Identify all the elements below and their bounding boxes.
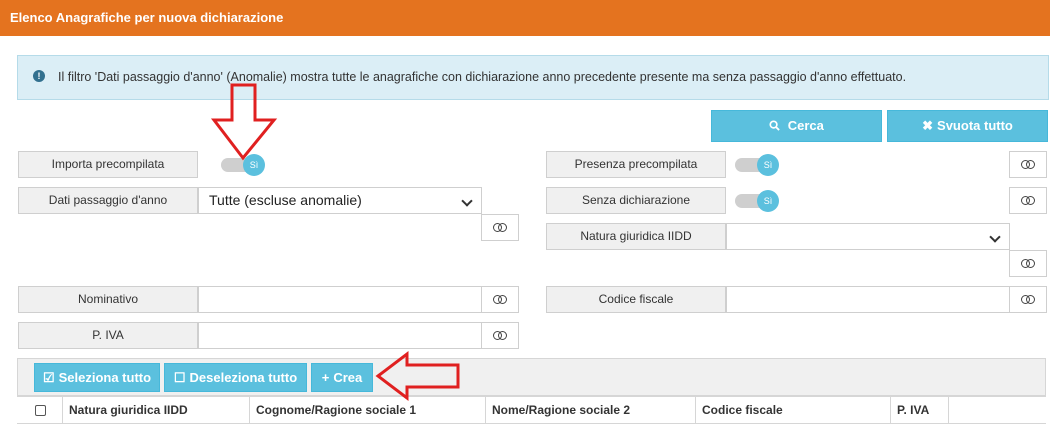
dati-passaggio-select[interactable]: Tutte (escluse anomalie) (198, 187, 482, 214)
checkbox-empty-icon: ☐ (173, 370, 186, 385)
column-header[interactable]: Codice fiscale (695, 397, 891, 424)
chevron-down-icon (461, 195, 473, 207)
crea-button[interactable]: + Crea (311, 363, 373, 392)
nominativo-label: Nominativo (18, 286, 198, 313)
deseleziona-tutto-button[interactable]: ☐ Deseleziona tutto (164, 363, 307, 392)
seleziona-tutto-button[interactable]: ☑ Seleziona tutto (34, 363, 160, 392)
link-toggle-icon (493, 295, 507, 304)
svuota-tutto-button[interactable]: ✖ Svuota tutto (887, 110, 1048, 142)
nominativo-link-button[interactable] (481, 286, 519, 313)
presenza-precompilata-toggle[interactable]: Sì (735, 154, 779, 176)
presenza-precompilata-label: Presenza precompilata (546, 151, 726, 178)
chevron-down-icon (989, 231, 1001, 243)
link-toggle-icon (493, 331, 507, 340)
annotation-arrow-down-icon (210, 83, 278, 161)
link-toggle-icon (493, 223, 507, 232)
senza-dichiarazione-toggle[interactable]: Sì (735, 190, 779, 212)
checkbox-checked-icon: ☑ (42, 370, 55, 385)
senza-dichiarazione-link-button[interactable] (1009, 187, 1047, 214)
info-circle-icon: ! (33, 70, 45, 82)
alert-text: Il filtro 'Dati passaggio d'anno' (Anoma… (58, 70, 907, 84)
piva-input[interactable] (198, 322, 482, 349)
codice-fiscale-link-button[interactable] (1009, 286, 1047, 313)
page-header: Elenco Anagrafiche per nuova dichiarazio… (0, 0, 1050, 36)
select-all-checkbox[interactable] (35, 405, 46, 416)
table-header: Natura giuridica IIDD Cognome/Ragione so… (17, 396, 1046, 424)
deseleziona-label: Deseleziona tutto (189, 370, 298, 385)
link-toggle-icon (1021, 259, 1035, 268)
toggle-knob: Sì (757, 190, 779, 212)
plus-icon: + (321, 370, 330, 385)
link-toggle-icon (1021, 295, 1035, 304)
cerca-button[interactable]: Cerca (711, 110, 882, 142)
page-title: Elenco Anagrafiche per nuova dichiarazio… (10, 10, 284, 25)
column-header[interactable]: Nome/Ragione sociale 2 (485, 397, 696, 424)
annotation-arrow-left-icon (375, 350, 460, 402)
senza-dichiarazione-label: Senza dichiarazione (546, 187, 726, 214)
codice-fiscale-label: Codice fiscale (546, 286, 726, 313)
link-toggle-icon (1021, 160, 1035, 169)
natura-giuridica-link-button[interactable] (1009, 250, 1047, 277)
toggle-knob: Sì (757, 154, 779, 176)
svuota-label: Svuota tutto (937, 118, 1013, 133)
piva-label: P. IVA (18, 322, 198, 349)
piva-link-button[interactable] (481, 322, 519, 349)
column-header-empty (948, 397, 1046, 424)
column-header[interactable]: P. IVA (890, 397, 949, 424)
column-header[interactable]: Cognome/Ragione sociale 1 (249, 397, 485, 424)
column-header[interactable]: Natura giuridica IIDD (62, 397, 250, 424)
close-icon: ✖ (922, 118, 934, 133)
presenza-precompilata-link-button[interactable] (1009, 151, 1047, 178)
nominativo-input[interactable] (198, 286, 482, 313)
importa-precompilata-label: Importa precompilata (18, 151, 198, 178)
natura-giuridica-label: Natura giuridica IIDD (546, 223, 726, 250)
dati-passaggio-label: Dati passaggio d'anno (18, 187, 198, 214)
crea-label: Crea (333, 370, 363, 385)
info-alert: ! Il filtro 'Dati passaggio d'anno' (Ano… (17, 55, 1049, 100)
codice-fiscale-input[interactable] (726, 286, 1010, 313)
cerca-label: Cerca (787, 118, 824, 133)
link-toggle-icon (1021, 196, 1035, 205)
seleziona-label: Seleziona tutto (58, 370, 152, 385)
dati-passaggio-link-button[interactable] (481, 214, 519, 241)
search-icon (769, 118, 784, 133)
natura-giuridica-select[interactable] (726, 223, 1010, 250)
